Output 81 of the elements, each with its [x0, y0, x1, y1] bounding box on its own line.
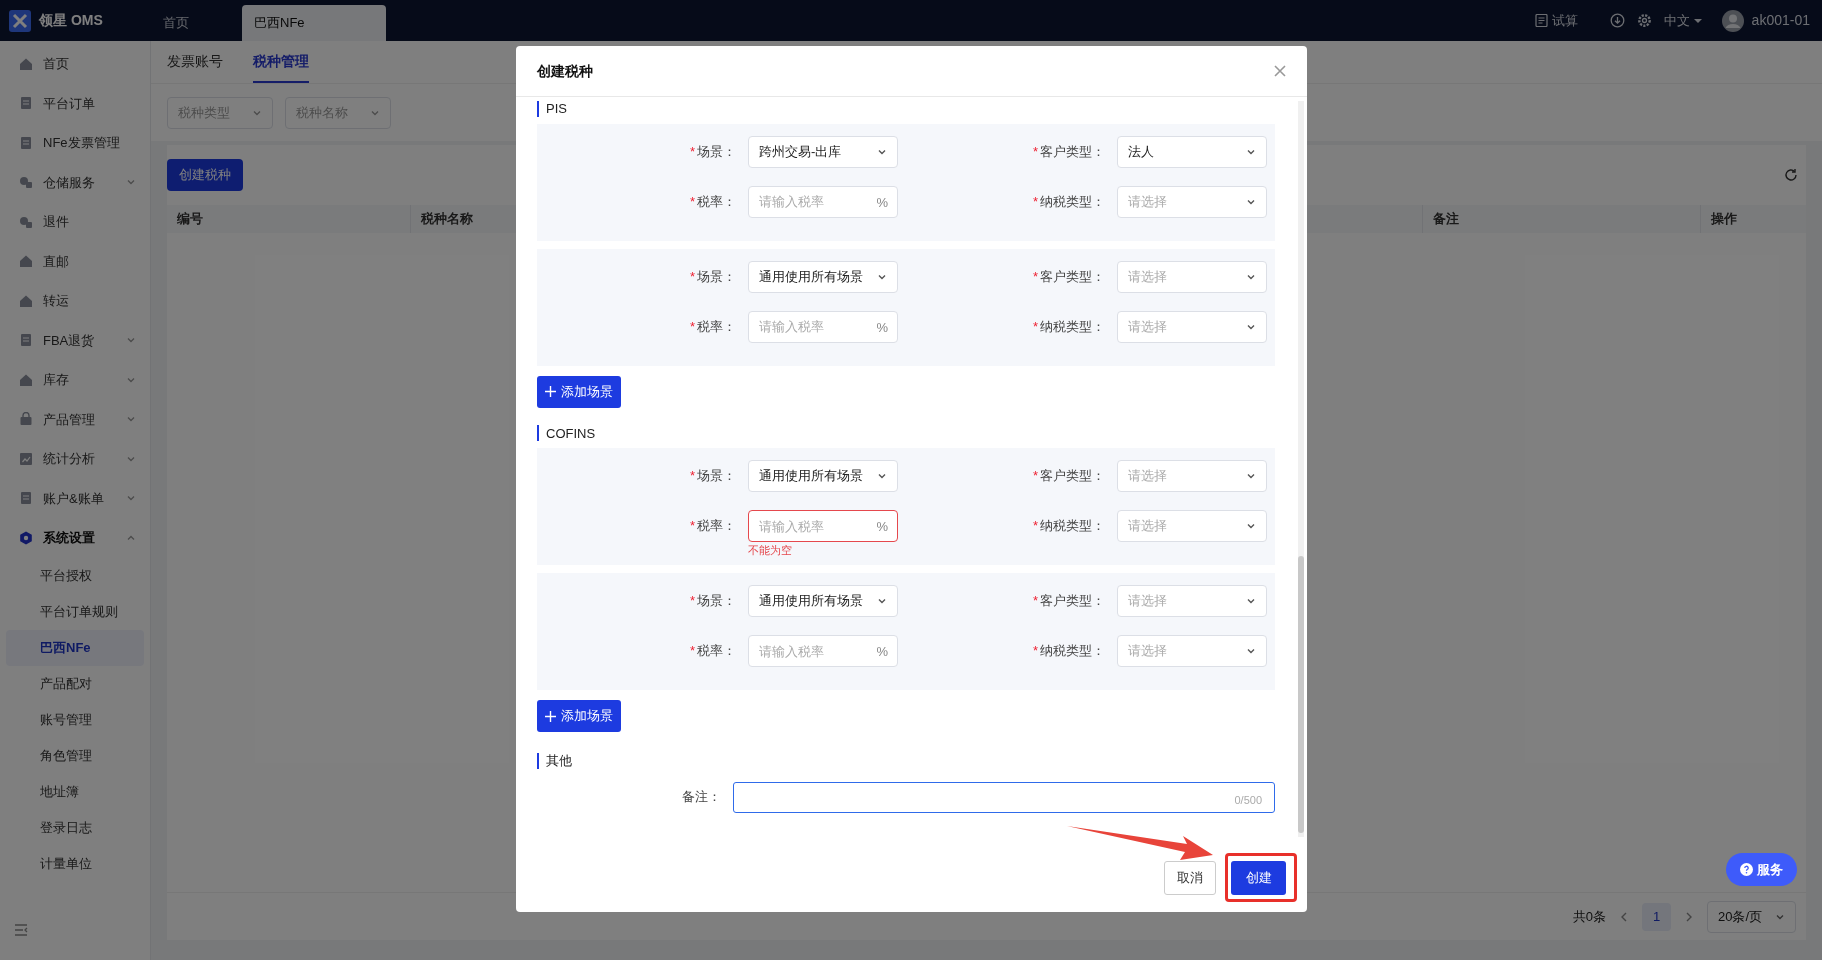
- sidebar-item[interactable]: 账户&账单: [0, 478, 150, 518]
- cancel-button[interactable]: 取消: [1164, 861, 1216, 895]
- page-tab[interactable]: 首页: [151, 5, 242, 41]
- select-field[interactable]: 通用使用所有场景: [748, 260, 898, 293]
- field-label: *纳税类型：: [1032, 317, 1105, 336]
- logo-text: 领星 OMS: [39, 11, 103, 30]
- field-label: *纳税类型：: [1032, 517, 1105, 536]
- unit-label: %: [876, 193, 888, 212]
- select-field[interactable]: 通用使用所有场景: [748, 585, 898, 617]
- select-field[interactable]: 通用使用所有场景: [748, 460, 898, 492]
- select-field[interactable]: 请选择: [1117, 310, 1267, 343]
- unit-label: %: [876, 643, 888, 661]
- sidebar-item[interactable]: 退件: [0, 202, 150, 242]
- sidebar-item[interactable]: 转运: [0, 281, 150, 321]
- language-selector[interactable]: 中文: [1663, 10, 1702, 31]
- sidebar-subitem[interactable]: 角色管理: [6, 737, 144, 774]
- field-label: *税率：: [689, 317, 736, 336]
- user-menu[interactable]: ak001-01: [1721, 9, 1810, 32]
- character-counter: 0/500: [1234, 793, 1262, 808]
- select-field[interactable]: 法人: [1117, 135, 1267, 168]
- select-field[interactable]: 请选择: [1117, 260, 1267, 293]
- sidebar-subitem[interactable]: 账号管理: [6, 701, 144, 738]
- sidebar-item[interactable]: 库存: [0, 360, 150, 400]
- sidebar-item[interactable]: 平台订单: [0, 83, 150, 123]
- sidebar-subitem[interactable]: 计量单位: [6, 845, 144, 882]
- column-header: 操作: [1711, 210, 1737, 229]
- field-label: *税率：: [689, 517, 736, 536]
- field-label: *客户类型：: [1032, 267, 1105, 286]
- field-label: *客户类型：: [1032, 592, 1105, 611]
- add-scene-button[interactable]: 添加场景: [537, 375, 621, 408]
- sidebar-item[interactable]: 产品管理: [0, 399, 150, 439]
- sidebar-subitem[interactable]: 登录日志: [6, 809, 144, 846]
- sidebar-item[interactable]: 统计分析: [0, 439, 150, 479]
- field-label: *纳税类型：: [1032, 642, 1105, 661]
- section-title: COFINS: [546, 424, 596, 443]
- add-scene-button[interactable]: 添加场景: [537, 700, 621, 732]
- sidebar-item[interactable]: FBA退货: [0, 320, 150, 360]
- error-message: 不能为空: [748, 543, 792, 557]
- sidebar-item[interactable]: 系统设置: [0, 518, 150, 558]
- field-label: 备注：: [681, 788, 722, 807]
- total-count: 共0条: [1572, 907, 1606, 926]
- sidebar-item[interactable]: NFe发票管理: [0, 123, 150, 163]
- page-size-select[interactable]: 20条/页: [1707, 900, 1796, 933]
- create-button[interactable]: 创建: [1231, 861, 1286, 895]
- field-label: *场景：: [689, 142, 736, 161]
- page-tab[interactable]: 巴西NFe: [242, 5, 386, 41]
- remark-textarea[interactable]: 0/500: [733, 781, 1275, 813]
- unit-label: %: [876, 518, 888, 536]
- unit-label: %: [876, 318, 888, 337]
- modal-title: 创建税种: [537, 61, 593, 81]
- calculator-button[interactable]: 试算: [1534, 10, 1578, 31]
- sidebar-item[interactable]: 仓储服务: [0, 162, 150, 202]
- field-label: *税率：: [689, 192, 736, 211]
- section-title: PIS: [546, 100, 567, 118]
- sidebar-subitem[interactable]: 地址簿: [6, 773, 144, 810]
- field-label: *税率：: [689, 642, 736, 661]
- sub-tab[interactable]: 发票账号: [167, 41, 223, 83]
- field-label: *场景：: [689, 592, 736, 611]
- field-label: *客户类型：: [1032, 142, 1105, 161]
- select-field[interactable]: 跨州交易-出库: [748, 135, 898, 168]
- create-tax-button[interactable]: 创建税种: [167, 159, 243, 191]
- field-label: *客户类型：: [1032, 467, 1105, 486]
- field-label: *场景：: [689, 267, 736, 286]
- select-field[interactable]: 请选择: [1117, 185, 1267, 218]
- column-header: 税种名称: [421, 210, 473, 229]
- sidebar-item[interactable]: 直邮: [0, 241, 150, 281]
- select-field[interactable]: 请选择: [1117, 460, 1267, 492]
- sidebar-subitem[interactable]: 巴西NFe: [6, 629, 144, 666]
- sidebar-item[interactable]: 首页: [0, 44, 150, 84]
- sidebar-subitem[interactable]: 产品配对: [6, 665, 144, 702]
- section-title: 其他: [546, 752, 572, 770]
- column-header: 备注: [1433, 210, 1459, 229]
- sidebar-subitem[interactable]: 平台授权: [6, 557, 144, 594]
- page-button[interactable]: 1: [1642, 902, 1671, 931]
- select-field[interactable]: 请选择: [1117, 510, 1267, 542]
- field-label: *纳税类型：: [1032, 192, 1105, 211]
- sidebar-subitem[interactable]: 平台订单规则: [6, 593, 144, 630]
- column-header: 编号: [177, 210, 203, 229]
- select-field[interactable]: 请选择: [1117, 585, 1267, 617]
- select-field[interactable]: 请选择: [1117, 635, 1267, 667]
- field-label: *场景：: [689, 467, 736, 486]
